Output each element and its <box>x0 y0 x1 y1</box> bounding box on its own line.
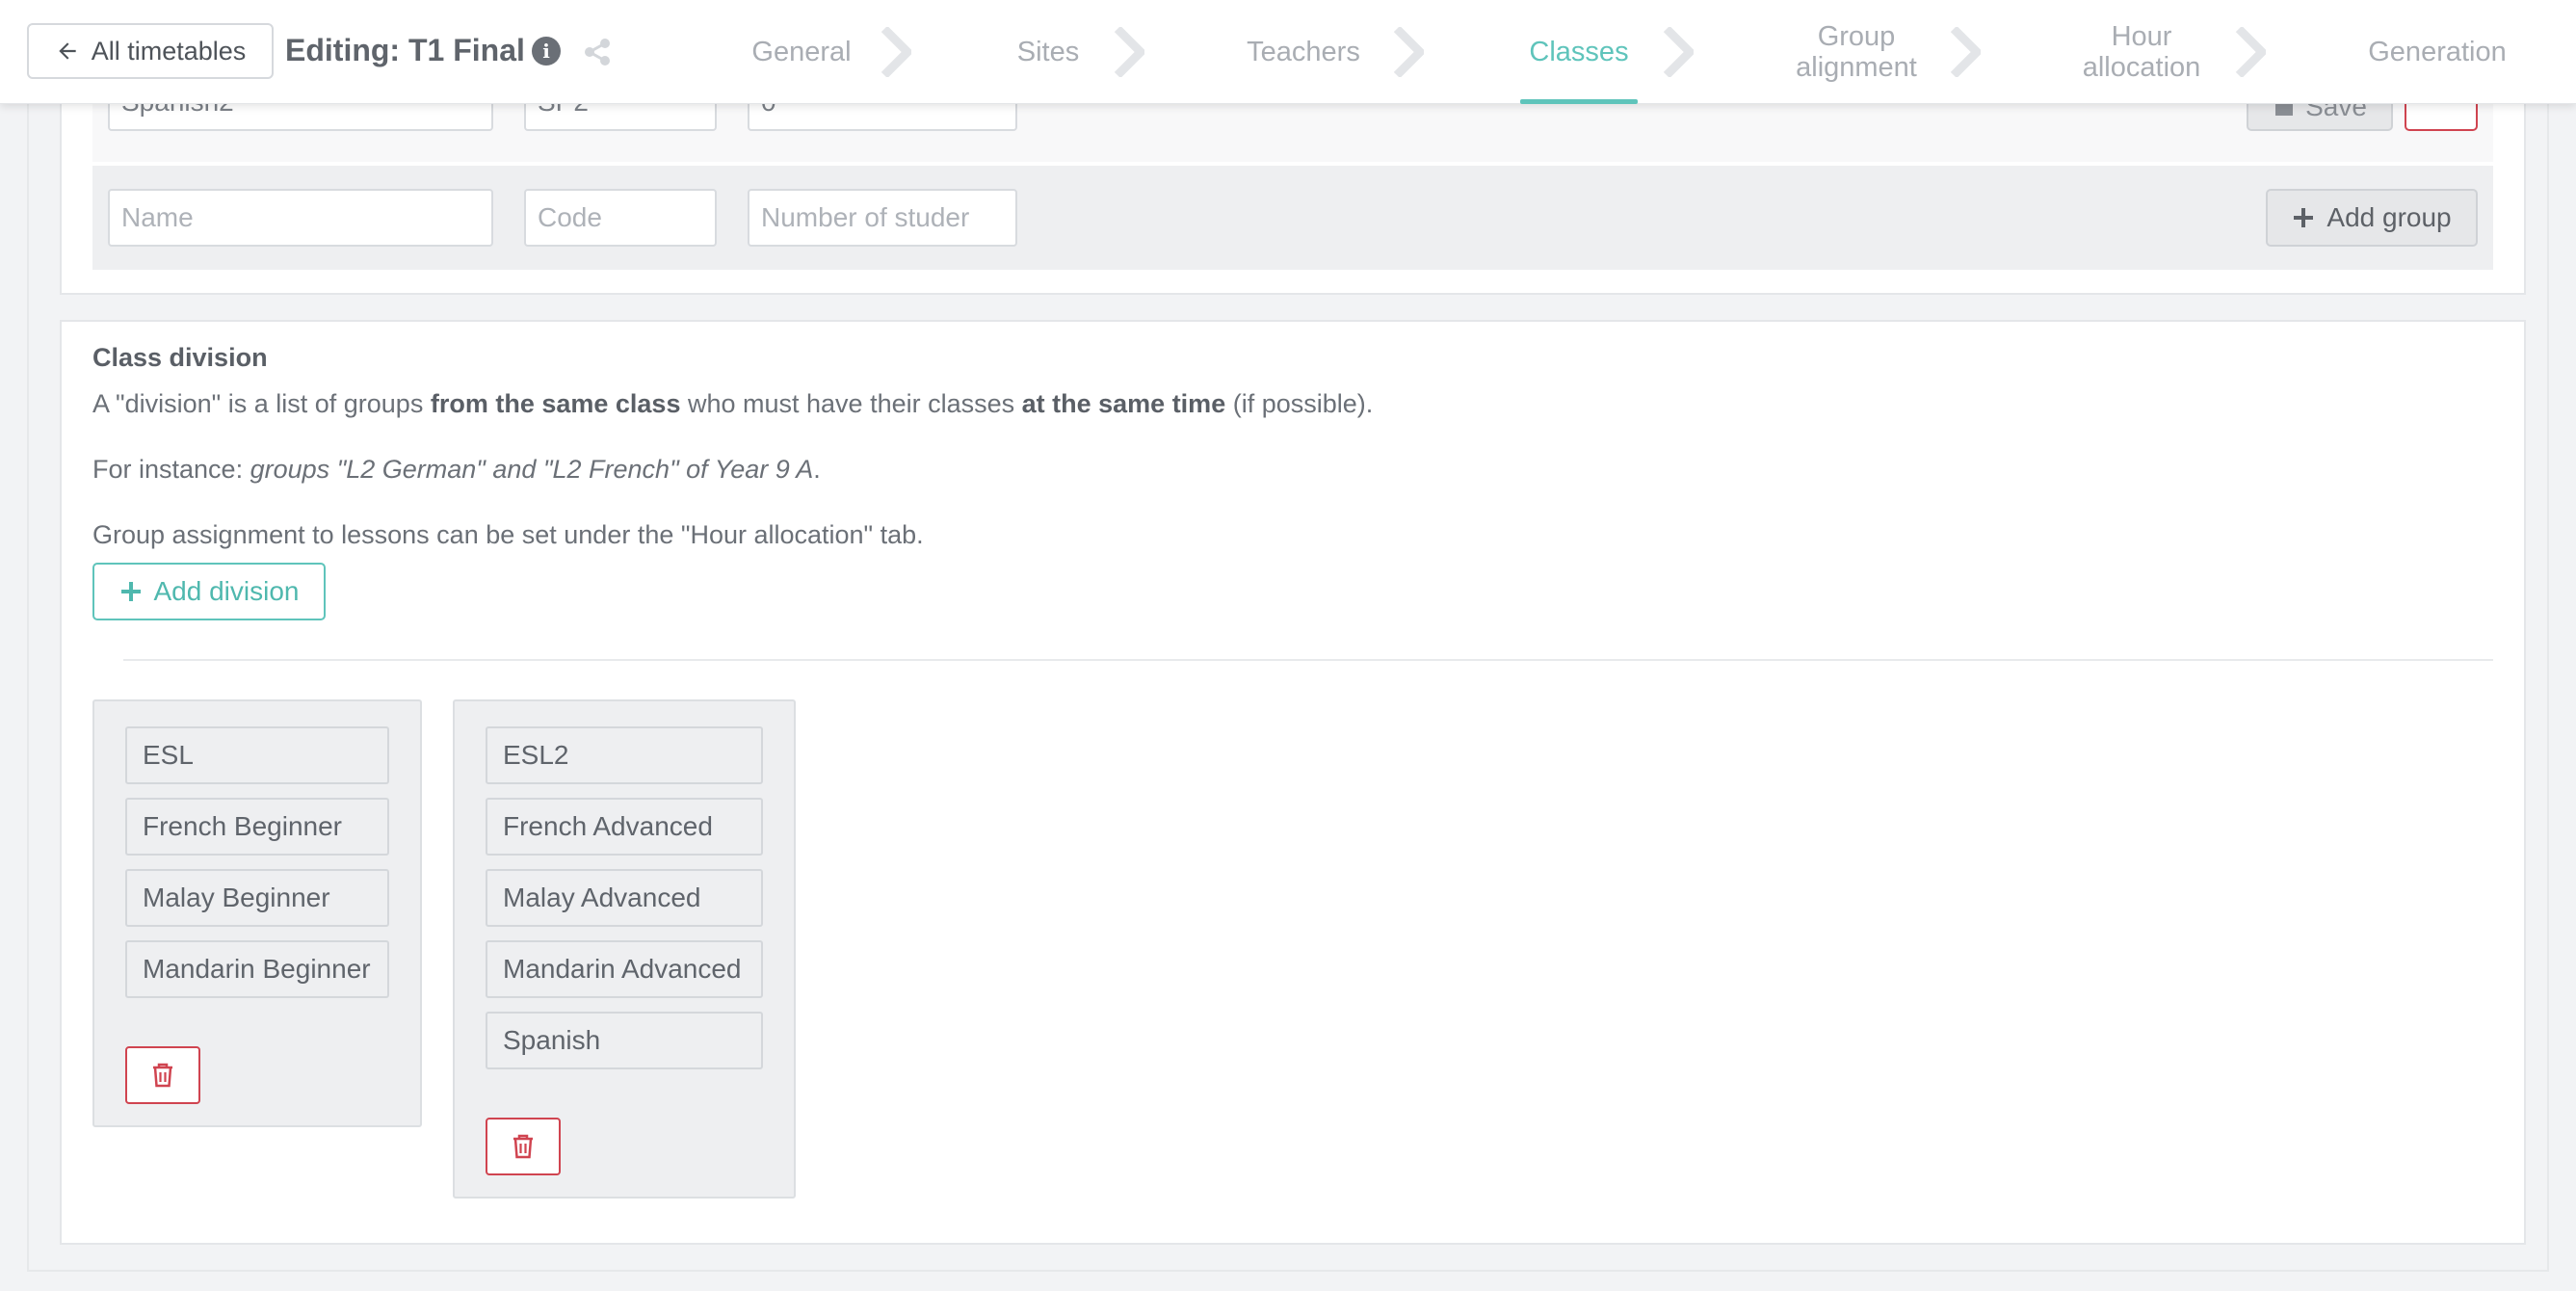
division-group-item: French Advanced <box>486 798 763 856</box>
new-group-code-input[interactable]: Code <box>524 189 717 247</box>
add-group-label: Add group <box>2326 202 2452 232</box>
chevron-right-icon <box>2235 27 2266 77</box>
division-group-item: ESL <box>125 726 389 784</box>
chevron-right-icon <box>1663 27 1694 77</box>
add-division-label: Add division <box>153 576 300 606</box>
division-group-item: Mandarin Advanced <box>486 940 763 998</box>
chevron-right-icon <box>1114 27 1144 77</box>
division-card: ESL French Beginner Malay Beginner Manda… <box>92 699 422 1127</box>
division-group-item: Malay Advanced <box>486 869 763 927</box>
new-group-row: Name Code Number of studer <box>92 166 2493 270</box>
chevron-right-icon <box>881 27 911 77</box>
page-title: Editing: T1 Final <box>285 33 525 67</box>
add-group-button[interactable]: Add group <box>2266 189 2478 247</box>
top-navigation-bar: All timetables Editing: T1 Final i Gener… <box>0 0 2576 104</box>
tab-generation[interactable]: Generation <box>2360 0 2514 104</box>
tab-teachers[interactable]: Teachers <box>1241 0 1366 104</box>
division-group-item: Spanish <box>486 1012 763 1069</box>
add-division-button[interactable]: Add division <box>92 563 326 620</box>
share-icon[interactable] <box>582 37 613 67</box>
delete-division-button[interactable] <box>125 1046 200 1104</box>
chevron-right-icon <box>1393 27 1424 77</box>
plus-icon <box>120 582 141 601</box>
division-group-item: Mandarin Beginner <box>125 940 389 998</box>
new-group-students-input[interactable]: Number of studer <box>748 189 1017 247</box>
division-group-item: ESL2 <box>486 726 763 784</box>
division-group-item: French Beginner <box>125 798 389 856</box>
tab-general[interactable]: General <box>742 0 861 104</box>
all-timetables-button[interactable]: All timetables <box>27 23 274 79</box>
assignment-note: Group assignment to lessons can be set u… <box>92 520 924 549</box>
class-division-title: Class division <box>92 343 268 372</box>
info-icon[interactable]: i <box>532 37 561 66</box>
plus-icon <box>2294 208 2314 227</box>
arrow-left-icon <box>59 42 76 60</box>
trash-icon <box>153 1063 172 1088</box>
tab-sites[interactable]: Sites <box>1002 0 1094 104</box>
division-example: For instance: groups "L2 German" and "L2… <box>92 455 821 484</box>
tab-group-alignment[interactable]: Group alignment <box>1792 0 1921 104</box>
trash-icon <box>513 1134 533 1159</box>
chevron-right-icon <box>1950 27 1981 77</box>
division-group-item: Malay Beginner <box>125 869 389 927</box>
section-divider <box>123 659 2493 661</box>
tab-classes[interactable]: Classes <box>1520 0 1638 104</box>
delete-division-button[interactable] <box>486 1118 561 1175</box>
new-group-name-input[interactable]: Name <box>108 189 493 247</box>
division-description: A "division" is a list of groups from th… <box>92 389 1374 418</box>
division-card: ESL2 French Advanced Malay Advanced Mand… <box>453 699 796 1199</box>
tab-hour-allocation[interactable]: Hour allocation <box>2077 0 2206 104</box>
all-timetables-label: All timetables <box>91 36 247 66</box>
